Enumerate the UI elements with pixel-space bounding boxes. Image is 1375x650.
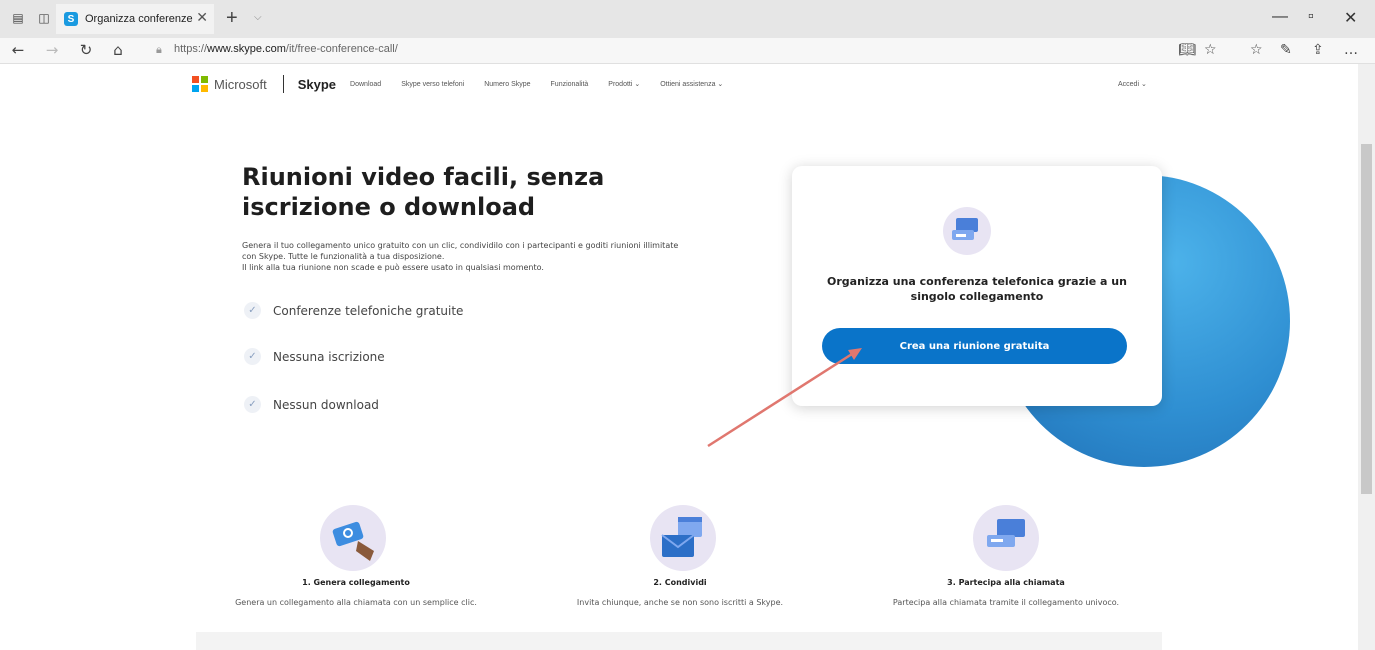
home-icon[interactable]: ⌂ [108,41,128,59]
tab-preview-chevron-icon[interactable]: ⌵ [254,12,262,23]
hero-desc-line-1: Genera il tuo collegamento unico gratuit… [242,241,679,261]
step-2-desc: Invita chiunque, anche se non sono iscri… [576,598,784,607]
feature-item: ✓ Nessun download [244,396,379,413]
scrollbar-thumb[interactable] [1361,144,1372,494]
tab-actions-icon[interactable]: ▤ [10,11,26,25]
reading-view-icon[interactable]: 📖︎ [1178,42,1196,58]
scrollbar[interactable] [1358,64,1375,650]
browser-tab[interactable]: S Organizza conferenze te ✕ [56,4,214,34]
back-icon[interactable]: ← [8,41,28,59]
create-free-meeting-button[interactable]: Crea una riunione gratuita [822,328,1127,364]
feature-label: Conferenze telefoniche gratuite [273,303,464,318]
nav-link-skype-number[interactable]: Numero Skype [484,81,530,88]
favorites-hub-icon[interactable]: ☆ [1250,42,1263,58]
new-tab-button[interactable]: + [226,7,238,30]
check-icon: ✓ [244,348,261,365]
signin-link[interactable]: Accedi ⌄ [1118,80,1147,88]
check-icon: ✓ [244,302,261,319]
lock-icon: 🔒︎ [156,43,162,56]
envelope-calendar-icon [650,505,716,571]
pen-icon[interactable]: ✎ [1280,42,1292,58]
step-1-title: 1. Genera collegamento [302,578,410,587]
share-icon[interactable]: ⇪ [1312,42,1324,58]
microsoft-label[interactable]: Microsoft [214,77,267,92]
nav-link-support[interactable]: Ottieni assistenza ⌄ [660,80,723,88]
set-aside-tabs-icon[interactable]: ◫ [36,11,52,25]
nav-link-download[interactable]: Download [350,81,381,88]
footer-band [196,632,1162,650]
conference-call-icon [973,505,1039,571]
feature-label: Nessuna iscrizione [273,349,385,364]
close-tab-icon[interactable]: ✕ [196,10,208,26]
check-icon: ✓ [244,396,261,413]
card-title: Organizza una conferenza telefonica graz… [827,275,1127,303]
nav-divider [282,75,284,93]
forward-icon[interactable]: → [42,41,62,59]
site-nav: Microsoft Skype Download Skype verso tel… [192,74,743,94]
refresh-icon[interactable]: ↻ [76,41,96,59]
skype-favicon-icon: S [64,12,78,26]
more-icon[interactable]: … [1344,42,1358,58]
hero-title: Riunioni video facili, senza iscrizione … [242,163,605,221]
hero-description: Genera il tuo collegamento unico gratuit… [242,240,692,273]
step-1-desc: Genera un collegamento alla chiamata con… [235,598,477,607]
nav-link-skype-phones[interactable]: Skype verso telefoni [401,81,464,88]
link-card-icon [320,505,386,571]
hero-desc-line-2: Il link alla tua riunione non scade e pu… [242,263,544,272]
conference-call-icon [943,207,991,255]
microsoft-logo-icon[interactable] [192,76,208,92]
feature-item: ✓ Nessuna iscrizione [244,348,385,365]
minimize-icon[interactable]: — [1272,8,1288,26]
maximize-icon[interactable]: ▫ [1308,8,1314,26]
feature-label: Nessun download [273,397,379,412]
nav-link-features[interactable]: Funzionalità [551,81,589,88]
conference-card: Organizza una conferenza telefonica graz… [792,166,1162,406]
browser-tab-bar: ▤ ◫ S Organizza conferenze te ✕ + ⌵ — ▫ … [0,0,1375,38]
feature-item: ✓ Conferenze telefoniche gratuite [244,302,463,319]
url-field[interactable]: https://www.skype.com/it/free-conference… [174,43,398,55]
tab-title: Organizza conferenze te [85,13,195,25]
step-2-title: 2. Condividi [653,578,707,587]
favorite-star-icon[interactable]: ☆ [1204,42,1217,58]
step-3-desc: Partecipa alla chiamata tramite il colle… [892,598,1120,607]
address-bar-row: ← → ↻ ⌂ 🔒︎ https://www.skype.com/it/free… [0,38,1375,64]
step-3-title: 3. Partecipa alla chiamata [947,578,1065,587]
skype-brand[interactable]: Skype [298,77,336,92]
close-window-icon[interactable]: ✕ [1344,8,1357,28]
nav-link-products[interactable]: Prodotti ⌄ [608,80,640,88]
